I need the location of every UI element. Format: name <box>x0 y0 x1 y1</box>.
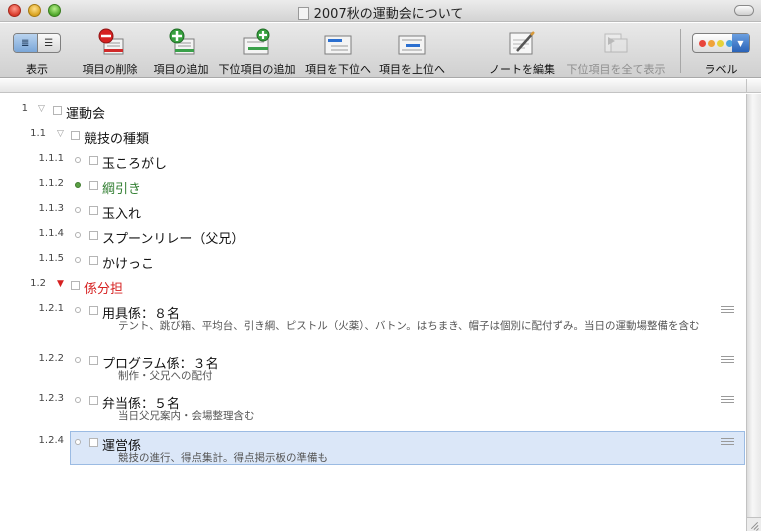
item-number: 1.2.4 <box>38 435 64 446</box>
item-checkbox[interactable] <box>89 356 98 365</box>
chevron-down-icon: ▼ <box>732 34 749 52</box>
item-checkbox[interactable] <box>89 206 98 215</box>
item-note[interactable]: 当日父兄案内・会場整理含む <box>118 409 718 424</box>
demote-item-button[interactable]: 項目を下位へ <box>302 23 374 78</box>
item-checkbox[interactable] <box>71 131 80 140</box>
window-title-area: 2007秋の運動会について <box>0 3 761 22</box>
document-icon <box>297 7 309 20</box>
bullet-icon <box>75 232 81 238</box>
note-indicator-icon[interactable] <box>721 306 734 315</box>
note-indicator-icon[interactable] <box>721 356 734 365</box>
item-title[interactable]: 係分担 <box>84 278 123 297</box>
promote-item-icon <box>398 35 426 55</box>
delete-item-icon <box>98 28 124 55</box>
label-popup[interactable]: ▼ <box>692 33 750 53</box>
item-checkbox[interactable] <box>71 281 80 290</box>
view-label: 表示 <box>26 63 48 76</box>
bullet-icon <box>75 157 81 163</box>
delete-item-label: 項目の削除 <box>82 63 138 76</box>
resize-grip-icon[interactable] <box>746 517 761 531</box>
toolbar: ≣ ☰ 表示 項目の削除 項目の追加 下位項目の追加 項目を下位へ 項目を上位へ… <box>0 23 761 78</box>
item-checkbox[interactable] <box>89 396 98 405</box>
edit-note-label: ノートを編集 <box>489 63 555 76</box>
show-all-children-icon <box>604 33 628 53</box>
bullet-icon <box>75 439 81 445</box>
column-header <box>0 79 761 93</box>
note-indicator-icon[interactable] <box>721 438 734 447</box>
item-title[interactable]: 綱引き <box>102 178 141 197</box>
disclosure-triangle-icon[interactable]: ▽ <box>38 104 45 114</box>
bullet-icon <box>75 397 81 403</box>
promote-item-label: 項目を上位へ <box>379 63 445 76</box>
item-title[interactable]: 運動会 <box>66 103 105 122</box>
item-checkbox[interactable] <box>89 438 98 447</box>
item-note[interactable]: 競技の進行、得点集計。得点掲示板の準備も <box>118 451 718 466</box>
add-child-item-icon <box>243 28 270 55</box>
add-child-item-label: 下位項目の追加 <box>218 63 296 76</box>
column-view-icon[interactable]: ☰ <box>36 34 61 52</box>
bullet-icon <box>75 182 81 188</box>
show-all-children-label: 下位項目を全て表示 <box>566 63 666 76</box>
bullet-icon <box>75 257 81 263</box>
bullet-icon <box>75 207 81 213</box>
add-item-button[interactable]: 項目の追加 <box>150 23 212 78</box>
toolbar-toggle-button[interactable] <box>734 5 754 16</box>
label-color-dot <box>717 39 724 47</box>
column-divider <box>746 79 747 93</box>
item-number: 1 <box>21 103 28 114</box>
demote-item-icon <box>324 35 352 55</box>
delete-item-button[interactable]: 項目の削除 <box>72 23 148 78</box>
add-child-item-button[interactable]: 下位項目の追加 <box>215 23 299 78</box>
view-toggle[interactable]: ≣ ☰ 表示 <box>6 23 68 78</box>
item-number: 1.2 <box>30 278 46 289</box>
view-mode-segmented-control[interactable]: ≣ ☰ <box>13 33 61 53</box>
item-title[interactable]: 競技の種類 <box>84 128 149 147</box>
vertical-scrollbar[interactable] <box>746 94 761 517</box>
bullet-icon <box>75 357 81 363</box>
toolbar-separator <box>680 29 681 73</box>
demote-item-label: 項目を下位へ <box>305 63 371 76</box>
bullet-icon <box>75 307 81 313</box>
item-number: 1.2.3 <box>38 393 64 404</box>
item-title[interactable]: スプーンリレー（父兄） <box>102 228 244 247</box>
outline-view-icon[interactable]: ≣ <box>14 34 37 52</box>
item-number: 1.1.4 <box>38 228 64 239</box>
promote-item-button[interactable]: 項目を上位へ <box>376 23 448 78</box>
item-checkbox[interactable] <box>89 156 98 165</box>
item-number: 1.1.5 <box>38 253 64 264</box>
item-checkbox[interactable] <box>89 231 98 240</box>
label-button[interactable]: ▼ ラベル <box>684 23 758 78</box>
item-title[interactable]: かけっこ <box>102 253 154 272</box>
item-number: 1.1 <box>30 128 46 139</box>
label-color-dot <box>699 39 706 47</box>
show-all-children-button[interactable]: 下位項目を全て表示 <box>561 23 671 78</box>
edit-note-icon <box>509 31 535 55</box>
item-checkbox[interactable] <box>89 306 98 315</box>
outline-view[interactable]: 1 ▽ 運動会 1.1 ▽ 競技の種類 1.1.1 玉ころがし 1.1.2 綱引… <box>0 94 746 531</box>
label-label: ラベル <box>704 63 738 76</box>
item-title[interactable]: 玉ころがし <box>102 153 167 172</box>
item-number: 1.1.3 <box>38 203 64 214</box>
item-checkbox[interactable] <box>89 181 98 190</box>
disclosure-triangle-icon[interactable]: ▼ <box>57 279 64 289</box>
item-note[interactable]: テント、跳び箱、平均台、引き綱、ピストル（火薬）、バトン。はちまき、帽子は個別に… <box>118 319 718 334</box>
title-bar: 2007秋の運動会について <box>0 0 761 22</box>
add-item-label: 項目の追加 <box>153 63 209 76</box>
item-number: 1.1.1 <box>38 153 64 164</box>
item-number: 1.2.1 <box>38 303 64 314</box>
item-title[interactable]: 玉入れ <box>102 203 141 222</box>
item-checkbox[interactable] <box>89 256 98 265</box>
item-checkbox[interactable] <box>53 106 62 115</box>
note-indicator-icon[interactable] <box>721 396 734 405</box>
disclosure-triangle-icon[interactable]: ▽ <box>57 129 64 139</box>
item-number: 1.1.2 <box>38 178 64 189</box>
window-title: 2007秋の運動会について <box>313 7 464 22</box>
add-item-icon <box>169 28 195 55</box>
label-color-dot <box>708 39 715 47</box>
item-note[interactable]: 制作・父兄への配付 <box>118 369 718 384</box>
edit-note-button[interactable]: ノートを編集 <box>486 23 558 78</box>
item-number: 1.2.2 <box>38 353 64 364</box>
